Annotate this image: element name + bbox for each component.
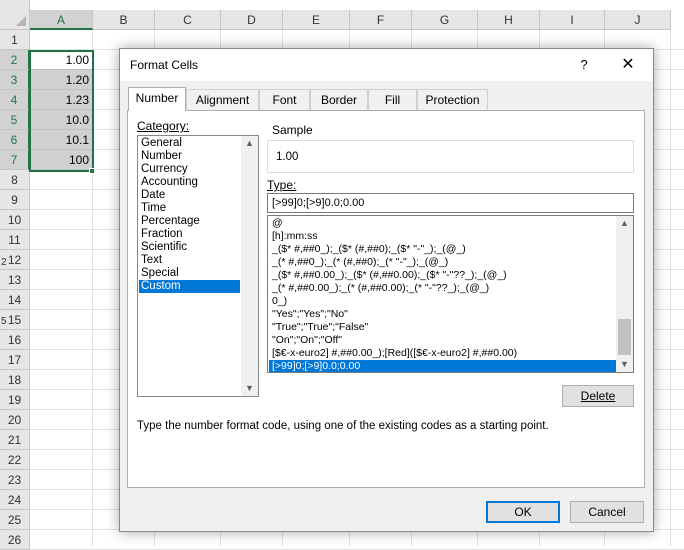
row-header-20[interactable]: 20 <box>0 410 30 430</box>
column-header-b[interactable]: B <box>93 10 155 30</box>
help-button[interactable]: ? <box>572 53 596 77</box>
row-header-22[interactable]: 22 <box>0 450 30 470</box>
row-header-8[interactable]: 8 <box>0 170 30 190</box>
type-list-item[interactable]: "True";"True";"False" <box>269 321 616 334</box>
row-header-1[interactable]: 1 <box>0 30 30 50</box>
type-list-item[interactable]: [h]:mm:ss <box>269 230 616 243</box>
type-list-item[interactable]: [>99]0;[>9]0.0;0.00 <box>269 360 616 372</box>
tab-border[interactable]: Border <box>310 89 368 110</box>
row-header-16[interactable]: 16 <box>0 330 30 350</box>
scroll-up-icon[interactable]: ▲ <box>616 216 633 231</box>
category-item-scientific[interactable]: Scientific <box>139 241 240 254</box>
type-list-item[interactable]: _($* #,##0.00_);_($* (#,##0.00);_($* "-"… <box>269 269 616 282</box>
column-header-g[interactable]: G <box>412 10 478 30</box>
row-header-19[interactable]: 19 <box>0 390 30 410</box>
select-all-corner[interactable] <box>0 0 30 30</box>
row-header-23[interactable]: 23 <box>0 470 30 490</box>
scroll-down-icon[interactable]: ▼ <box>241 381 258 396</box>
scroll-up-icon[interactable]: ▲ <box>241 136 258 151</box>
row-header-24[interactable]: 24 <box>0 490 30 510</box>
row-header-6[interactable]: 6 <box>0 130 30 150</box>
description-text: Type the number format code, using one o… <box>137 420 549 432</box>
row-header-14[interactable]: 14 <box>0 290 30 310</box>
column-header-c[interactable]: C <box>155 10 221 30</box>
sample-box: 1.00 <box>267 140 634 173</box>
select-all-triangle-icon <box>16 16 26 26</box>
row-header-17[interactable]: 17 <box>0 350 30 370</box>
category-item-currency[interactable]: Currency <box>139 163 240 176</box>
column-header-e[interactable]: E <box>283 10 350 30</box>
tab-protection[interactable]: Protection <box>417 89 488 110</box>
row-header-7[interactable]: 7 <box>0 150 30 170</box>
dialog-titlebar: Format Cells ? ✕ <box>120 49 653 81</box>
left-edge-mark-2: 5 <box>1 316 7 327</box>
row-header-4[interactable]: 4 <box>0 90 30 110</box>
selection-border <box>29 50 94 172</box>
type-list-item[interactable]: _(* #,##0_);_(* (#,##0);_(* "-"_);_(@_) <box>269 256 616 269</box>
type-input[interactable]: [>99]0;[>9]0.0;0.00 <box>267 193 634 213</box>
gridline-vertical <box>670 30 671 546</box>
category-scrollbar[interactable]: ▲ ▼ <box>241 136 258 396</box>
tab-font[interactable]: Font <box>259 89 310 110</box>
category-item-number[interactable]: Number <box>139 150 240 163</box>
category-item-custom[interactable]: Custom <box>139 280 240 293</box>
tab-alignment[interactable]: Alignment <box>186 89 259 110</box>
number-tab-panel: Category: General Number Currency Accountin… <box>127 110 645 488</box>
format-cells-dialog: Format Cells ? ✕ Number Alignment Font B… <box>119 48 654 532</box>
left-edge-mark-1: 2 <box>1 257 7 268</box>
type-list-item[interactable]: "Yes";"Yes";"No" <box>269 308 616 321</box>
type-label: Type: <box>267 178 297 192</box>
scroll-thumb[interactable] <box>618 319 631 355</box>
type-list-item[interactable]: @ <box>269 217 616 230</box>
column-header-f[interactable]: F <box>350 10 412 30</box>
category-list[interactable]: General Number Currency Accounting Date Time P… <box>137 135 259 397</box>
column-header-h[interactable]: H <box>478 10 540 30</box>
fill-handle[interactable] <box>89 168 95 174</box>
category-item-accounting[interactable]: Accounting <box>139 176 240 189</box>
category-item-general[interactable]: General <box>139 137 240 150</box>
cancel-button[interactable]: Cancel <box>570 501 644 523</box>
tab-fill[interactable]: Fill <box>368 89 417 110</box>
row-header-3[interactable]: 3 <box>0 70 30 90</box>
category-label: Category: <box>137 119 190 133</box>
category-item-fraction[interactable]: Fraction <box>139 228 240 241</box>
category-item-percentage[interactable]: Percentage <box>139 215 240 228</box>
scroll-down-icon[interactable]: ▼ <box>616 357 633 372</box>
type-list-item[interactable]: 0_) <box>269 295 616 308</box>
type-list-item[interactable]: [$€-x-euro2] #,##0.00_);[Red]([$€-x-euro… <box>269 347 616 360</box>
column-header-a[interactable]: A <box>30 10 93 30</box>
delete-label: Delete <box>580 389 616 403</box>
row-header-26[interactable]: 26 <box>0 530 30 550</box>
row-header-5[interactable]: 5 <box>0 110 30 130</box>
dialog-title: Format Cells <box>130 58 199 72</box>
column-header-d[interactable]: D <box>221 10 283 30</box>
type-list-item[interactable]: "On";"On";"Off" <box>269 334 616 347</box>
ok-button[interactable]: OK <box>486 501 560 523</box>
row-header-2[interactable]: 2 <box>0 50 30 70</box>
sample-value: 1.00 <box>276 151 299 163</box>
column-header-j[interactable]: J <box>605 10 671 30</box>
category-item-special[interactable]: Special <box>139 267 240 280</box>
category-item-time[interactable]: Time <box>139 202 240 215</box>
close-icon[interactable]: ✕ <box>612 53 644 77</box>
row-header-11[interactable]: 11 <box>0 230 30 250</box>
tab-number[interactable]: Number <box>128 87 186 111</box>
row-header-25[interactable]: 25 <box>0 510 30 530</box>
row-header-21[interactable]: 21 <box>0 430 30 450</box>
category-item-date[interactable]: Date <box>139 189 240 202</box>
row-header-10[interactable]: 10 <box>0 210 30 230</box>
row-header-18[interactable]: 18 <box>0 370 30 390</box>
sample-label: Sample <box>272 123 313 137</box>
type-list-scrollbar[interactable]: ▲ ▼ <box>616 216 633 372</box>
delete-button[interactable]: Delete <box>562 385 634 407</box>
type-list-item[interactable]: _($* #,##0_);_($* (#,##0);_($* "-"_);_(@… <box>269 243 616 256</box>
row-header-9[interactable]: 9 <box>0 190 30 210</box>
row-header-13[interactable]: 13 <box>0 270 30 290</box>
category-item-text[interactable]: Text <box>139 254 240 267</box>
type-list-item[interactable]: _(* #,##0.00_);_(* (#,##0.00);_(* "-"??_… <box>269 282 616 295</box>
column-header-i[interactable]: I <box>540 10 605 30</box>
type-list[interactable]: @ [h]:mm:ss _($* #,##0_);_($* (#,##0);_($*… <box>267 215 634 373</box>
